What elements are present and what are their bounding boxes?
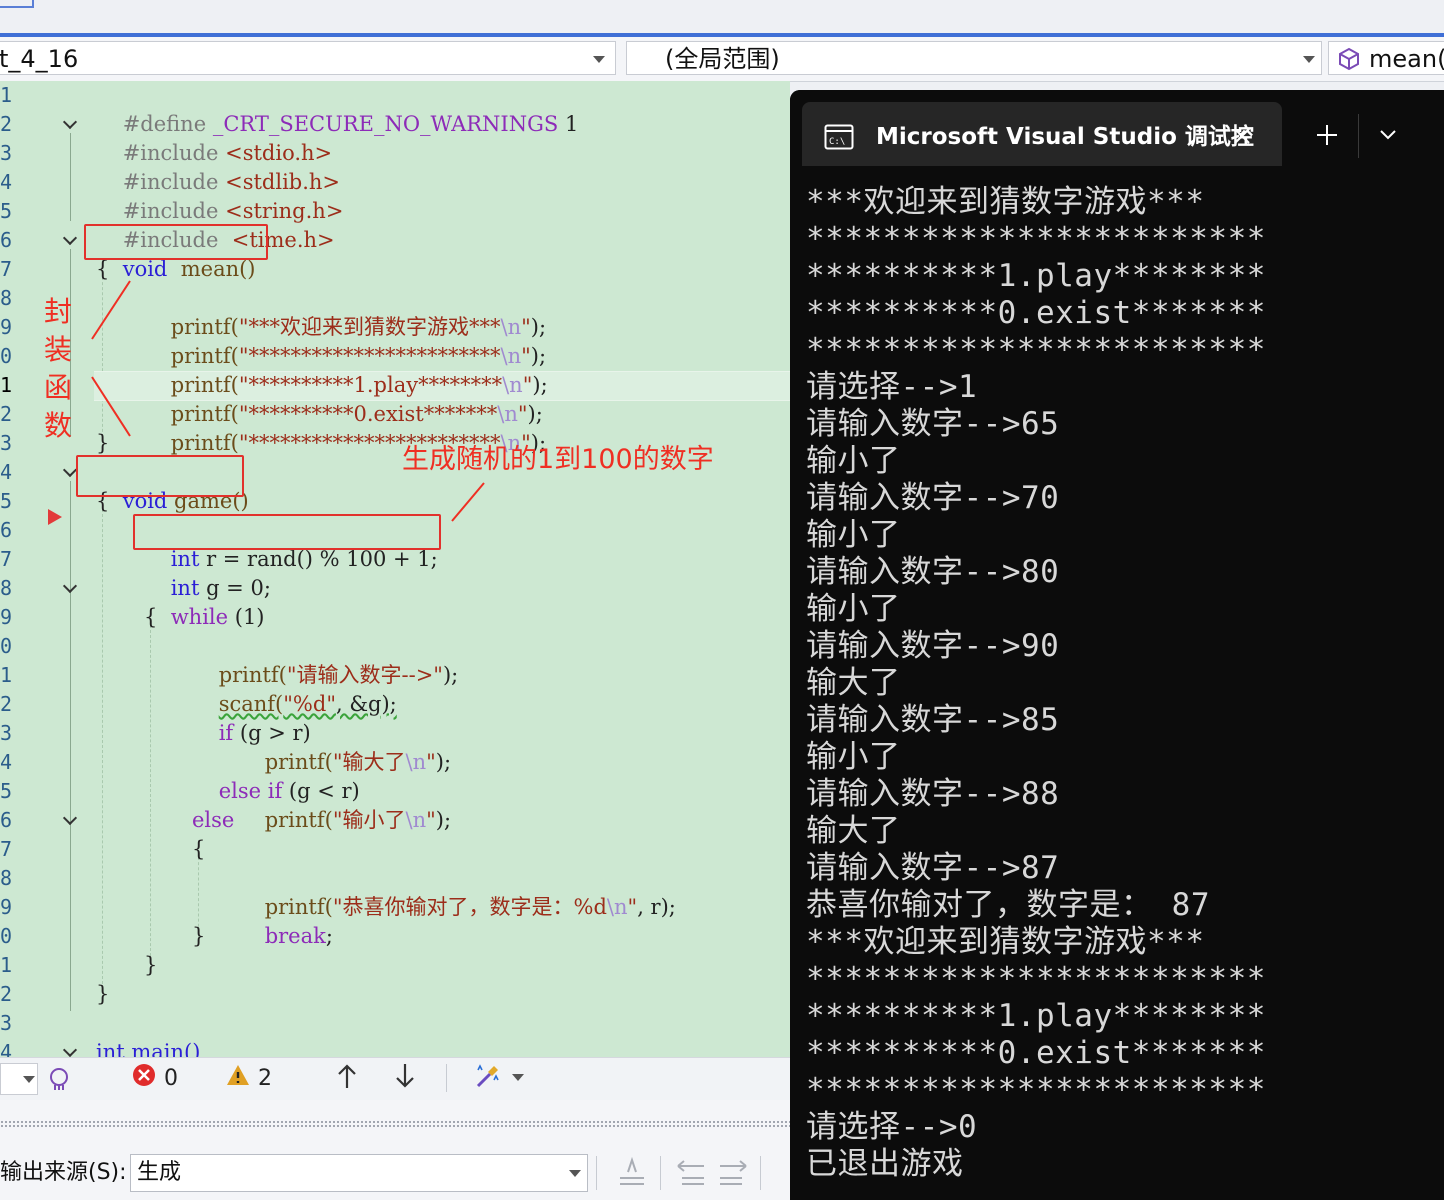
chevron-down-icon[interactable]: [512, 1074, 524, 1081]
console-line: ************************: [806, 221, 1266, 257]
chevron-down-icon[interactable]: [1378, 128, 1398, 142]
member-combo-value: mean(): [1369, 45, 1444, 73]
document-tab[interactable]: [0, 0, 34, 8]
toolbar-separator: [596, 1156, 597, 1190]
console-line: 输小了: [806, 517, 901, 553]
toolbar-separator: [446, 1064, 447, 1092]
tab-separator: [1358, 114, 1359, 158]
warning-icon[interactable]: [226, 1063, 250, 1087]
svg-text:C:\: C:\: [829, 137, 845, 147]
member-combo[interactable]: mean(): [1328, 41, 1444, 75]
annotation-random-note: 生成随机的1到100的数字: [402, 444, 714, 475]
annotation-char: 装: [44, 333, 73, 366]
console-line: ************************: [806, 961, 1266, 997]
go-to-output-icon[interactable]: [614, 1156, 650, 1190]
annotation-char: 封: [44, 295, 73, 328]
console-line: 请输入数字-->87: [806, 850, 1060, 886]
console-line: **********1.play********: [806, 258, 1266, 294]
output-source-label: 输出来源(S):: [0, 1160, 127, 1185]
console-output: ***欢迎来到猜数字游戏*** ************************…: [790, 184, 1444, 1200]
next-message-icon[interactable]: [716, 1156, 752, 1190]
panel-splitter-grip[interactable]: [0, 1120, 790, 1128]
debug-console-window[interactable]: C:\ Microsoft Visual Studio 调试控 ***欢迎来到猜…: [790, 90, 1444, 1200]
annotation-strokes: [91, 280, 485, 522]
console-line: **********1.play********: [806, 998, 1266, 1034]
console-line: 请输入数字-->70: [806, 480, 1060, 516]
console-line: 输小了: [806, 443, 901, 479]
annotation-char: 数: [44, 409, 73, 442]
console-line: 输大了: [806, 813, 901, 849]
chevron-down-icon: [23, 1076, 35, 1083]
error-count[interactable]: 0: [164, 1064, 178, 1094]
arrow-up-icon[interactable]: [336, 1062, 358, 1090]
zoom-combo[interactable]: [0, 1063, 38, 1095]
console-line: 输小了: [806, 591, 901, 627]
intellicode-icon[interactable]: [46, 1066, 72, 1092]
console-line: ***欢迎来到猜数字游戏***: [806, 924, 1205, 960]
console-line: 输大了: [806, 665, 901, 701]
console-line: 请输入数字-->65: [806, 406, 1060, 442]
previous-message-icon[interactable]: [674, 1156, 710, 1190]
console-line: 请输入数字-->88: [806, 776, 1060, 812]
console-line: 已退出游戏: [806, 1146, 964, 1182]
cube-icon: [1339, 47, 1359, 71]
error-icon[interactable]: [132, 1063, 156, 1087]
terminal-app-icon: C:\: [824, 124, 854, 150]
scope-combo-value: (全局范围): [665, 45, 780, 73]
project-combo-value: t_4_16: [0, 45, 79, 73]
console-line: 请选择-->0: [806, 1109, 978, 1145]
console-line: 请选择-->1: [806, 369, 978, 405]
console-line: 恭喜你输对了，数字是： 87: [806, 887, 1210, 923]
arrow-down-icon[interactable]: [394, 1062, 416, 1090]
chevron-down-icon: [593, 56, 605, 63]
console-line: **********0.exist*******: [806, 1035, 1266, 1071]
toolbar-separator: [660, 1156, 661, 1190]
console-line: 请输入数字-->90: [806, 628, 1060, 664]
annotation-encapsulate: 封 装 函 数: [44, 293, 76, 445]
document-tab-strip: [0, 0, 1444, 34]
project-combo[interactable]: t_4_16: [0, 41, 616, 75]
editor-status-bar: 0 2: [0, 1057, 790, 1101]
new-tab-plus-icon[interactable]: [1316, 124, 1338, 146]
warning-count[interactable]: 2: [258, 1064, 272, 1094]
navigation-bar: t_4_16 (全局范围) mean(): [0, 37, 1444, 82]
close-icon[interactable]: [1232, 126, 1252, 146]
annotation-char: 函: [44, 371, 73, 404]
output-source-combo[interactable]: 生成: [130, 1154, 588, 1192]
console-line: **********0.exist*******: [806, 295, 1266, 331]
chevron-down-icon: [1303, 56, 1315, 63]
code-editor[interactable]: 1 2 3 4 5 6 7 8 9 0 1 2 3 4 5 6 7 8 9 0 …: [0, 81, 790, 1057]
code-cleanup-brush-icon[interactable]: [474, 1062, 504, 1090]
console-line: ***欢迎来到猜数字游戏***: [806, 184, 1205, 220]
output-source-value: 生成: [137, 1160, 182, 1185]
console-line: 请输入数字-->80: [806, 554, 1060, 590]
console-line: ************************: [806, 332, 1266, 368]
toolbar-separator: [760, 1156, 761, 1190]
chevron-down-icon: [569, 1170, 581, 1177]
console-line: 输小了: [806, 739, 901, 775]
console-line: 请输入数字-->85: [806, 702, 1060, 738]
console-title: Microsoft Visual Studio 调试控: [876, 124, 1254, 150]
scope-combo[interactable]: (全局范围): [626, 41, 1322, 75]
console-line: ************************: [806, 1072, 1266, 1108]
